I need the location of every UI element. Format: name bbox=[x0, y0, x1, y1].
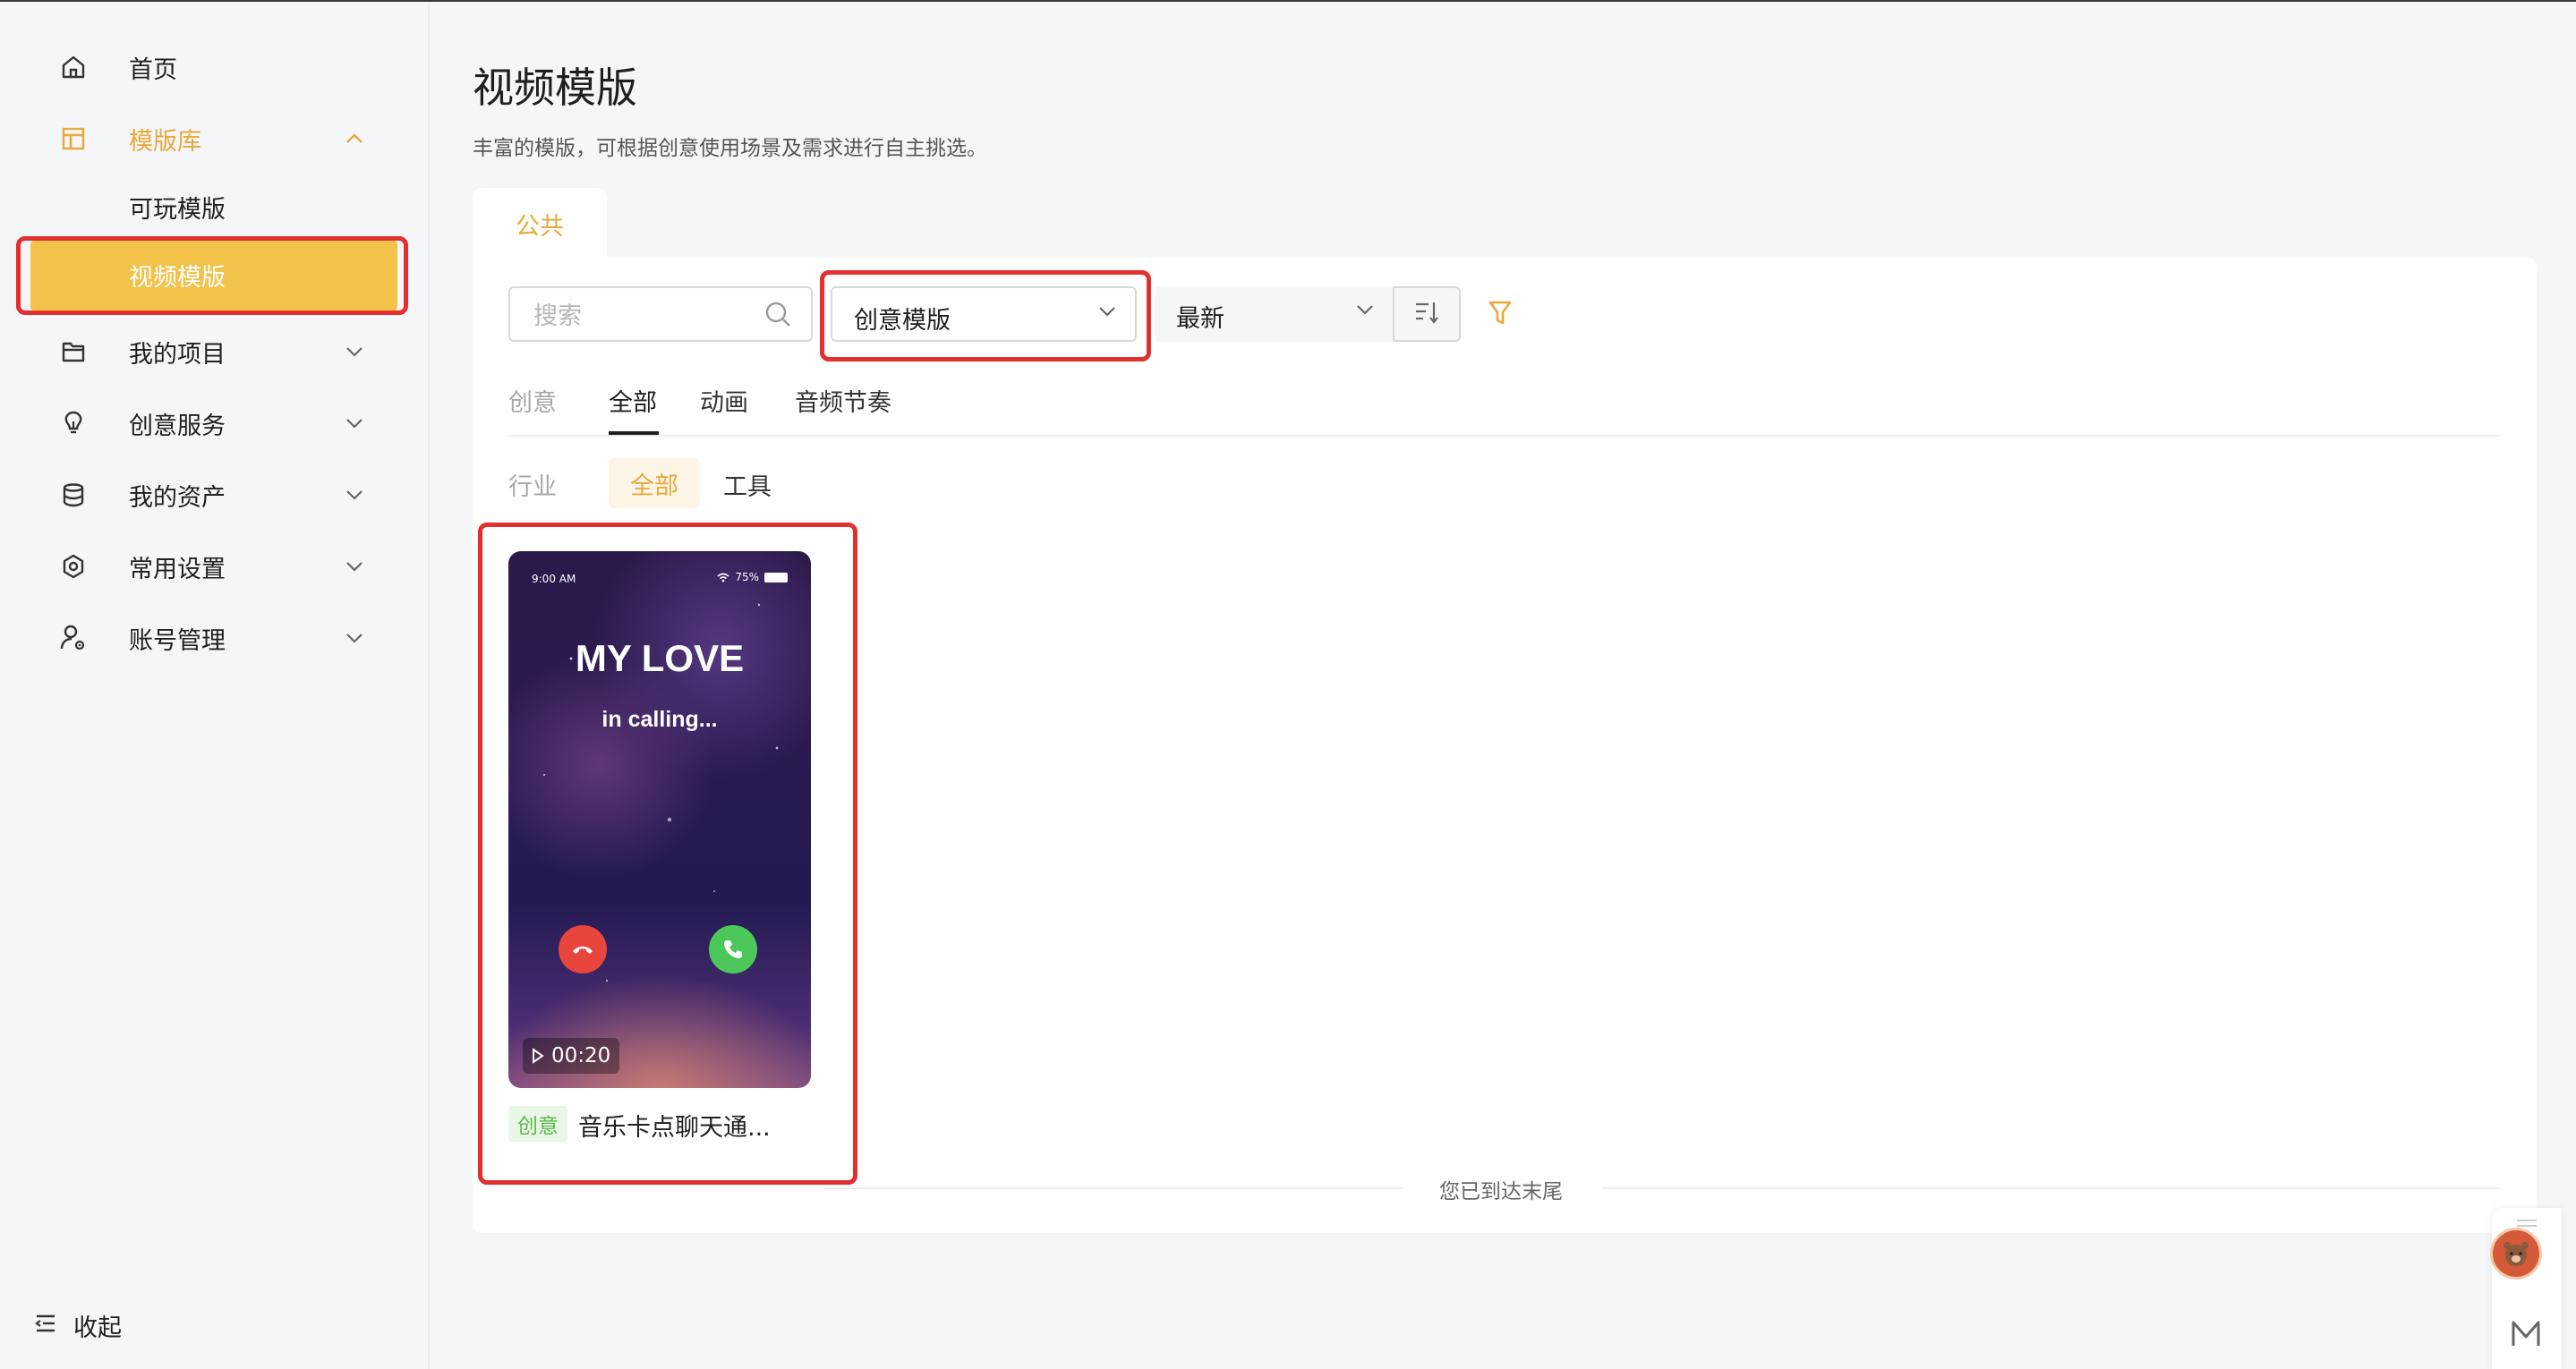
sidebar-item-my-assets[interactable]: 我的资产 bbox=[0, 463, 428, 526]
end-divider-right bbox=[1602, 1187, 2501, 1189]
chevron-down-icon bbox=[340, 552, 369, 581]
assistant-avatar[interactable] bbox=[2490, 1228, 2542, 1280]
sidebar-item-label: 模版库 bbox=[129, 127, 201, 156]
video-duration-badge: 00:20 bbox=[523, 1038, 620, 1074]
search-box[interactable] bbox=[508, 286, 813, 342]
sort-order-button[interactable] bbox=[1393, 286, 1461, 342]
settings-icon bbox=[57, 550, 90, 582]
database-icon bbox=[57, 479, 90, 511]
sidebar-item-label: 账号管理 bbox=[129, 626, 226, 655]
collapse-label: 收起 bbox=[73, 1314, 122, 1342]
filter-chip-industry-all[interactable]: 全部 bbox=[609, 458, 700, 508]
end-divider-left bbox=[823, 1187, 1403, 1189]
lightbulb-icon bbox=[57, 407, 90, 439]
filter-chip-audio-rhythm[interactable]: 音频节奏 bbox=[795, 383, 891, 418]
sort-order-icon bbox=[1413, 299, 1440, 329]
decline-call-icon bbox=[559, 925, 607, 974]
sidebar-item-common-settings[interactable]: 常用设置 bbox=[0, 535, 428, 598]
folder-icon bbox=[57, 336, 90, 368]
phone-caller-name: MY LOVE bbox=[575, 637, 745, 679]
chevron-down-icon bbox=[1097, 304, 1117, 321]
filter-chip-all[interactable]: 全部 bbox=[609, 383, 657, 418]
card-category-tag: 创意 bbox=[508, 1106, 567, 1142]
starfield-decoration bbox=[542, 603, 779, 982]
sidebar-item-label: 视频模版 bbox=[129, 264, 226, 292]
m-logo-icon[interactable] bbox=[2510, 1319, 2542, 1357]
template-icon bbox=[57, 123, 90, 155]
sort-value: 最新 bbox=[1176, 305, 1224, 333]
sidebar-item-label: 首页 bbox=[129, 55, 177, 84]
template-type-value: 创意模版 bbox=[854, 307, 951, 335]
chevron-down-icon bbox=[340, 337, 369, 366]
collapse-sidebar-button[interactable]: 收起 bbox=[34, 1308, 122, 1343]
drag-handle-icon[interactable] bbox=[2515, 1219, 2538, 1228]
end-of-list-text: 您已到达末尾 bbox=[1439, 1180, 1563, 1203]
chevron-down-icon bbox=[340, 624, 369, 652]
sidebar-item-label: 我的项目 bbox=[129, 340, 226, 369]
sidebar-item-my-projects[interactable]: 我的项目 bbox=[0, 320, 428, 383]
sidebar-item-video-templates[interactable]: 视频模版 bbox=[30, 240, 397, 311]
sidebar-item-account-management[interactable]: 账号管理 bbox=[0, 607, 428, 669]
sidebar-item-template-library[interactable]: 模版库 bbox=[0, 107, 428, 170]
sidebar: 首页 模版库 可玩模版 视频模版 我的项目 创意服务 我的资产 常用设置 账号管… bbox=[0, 2, 430, 1369]
chevron-down-icon bbox=[1355, 302, 1375, 319]
bear-face-icon bbox=[2503, 1242, 2529, 1266]
search-icon[interactable] bbox=[764, 301, 793, 333]
phone-calling-text: in calling... bbox=[601, 707, 718, 732]
filter-label-industry: 行业 bbox=[508, 473, 557, 501]
play-icon bbox=[533, 1048, 544, 1064]
sidebar-item-label: 我的资产 bbox=[129, 483, 226, 512]
sidebar-item-label: 常用设置 bbox=[129, 555, 226, 583]
sidebar-item-playable-templates[interactable]: 可玩模版 bbox=[0, 175, 428, 238]
page-title: 视频模版 bbox=[473, 64, 637, 112]
chevron-down-icon bbox=[340, 409, 369, 438]
template-type-select[interactable]: 创意模版 bbox=[831, 286, 1137, 342]
collapse-icon bbox=[34, 1312, 57, 1339]
filter-chip-animation[interactable]: 动画 bbox=[700, 383, 748, 418]
sidebar-item-creative-services[interactable]: 创意服务 bbox=[0, 392, 428, 455]
home-icon bbox=[57, 51, 90, 83]
tab-public[interactable]: 公共 bbox=[473, 188, 607, 259]
chevron-up-icon bbox=[340, 124, 369, 153]
sort-select[interactable]: 最新 bbox=[1155, 286, 1393, 342]
accept-call-icon bbox=[709, 925, 757, 974]
filter-label-creative: 创意 bbox=[508, 389, 557, 417]
user-gear-icon bbox=[57, 622, 90, 654]
sidebar-item-home[interactable]: 首页 bbox=[0, 36, 428, 98]
card-title[interactable]: 音乐卡点聊天通... bbox=[578, 1108, 771, 1143]
chevron-down-icon bbox=[340, 480, 369, 509]
sidebar-item-label: 可玩模版 bbox=[129, 195, 226, 224]
search-input[interactable] bbox=[532, 299, 759, 333]
filter-chip-tools[interactable]: 工具 bbox=[723, 467, 772, 502]
sidebar-item-label: 创意服务 bbox=[129, 412, 226, 440]
filter-icon[interactable] bbox=[1488, 299, 1513, 331]
duration-text: 00:20 bbox=[551, 1044, 611, 1067]
page-subtitle: 丰富的模版，可根据创意使用场景及需求进行自主挑选。 bbox=[473, 137, 987, 160]
template-card-thumbnail[interactable]: 9:00 AM 75% MY LOVE in calling... 00:20 bbox=[508, 551, 811, 1088]
filter-divider bbox=[508, 435, 2501, 437]
